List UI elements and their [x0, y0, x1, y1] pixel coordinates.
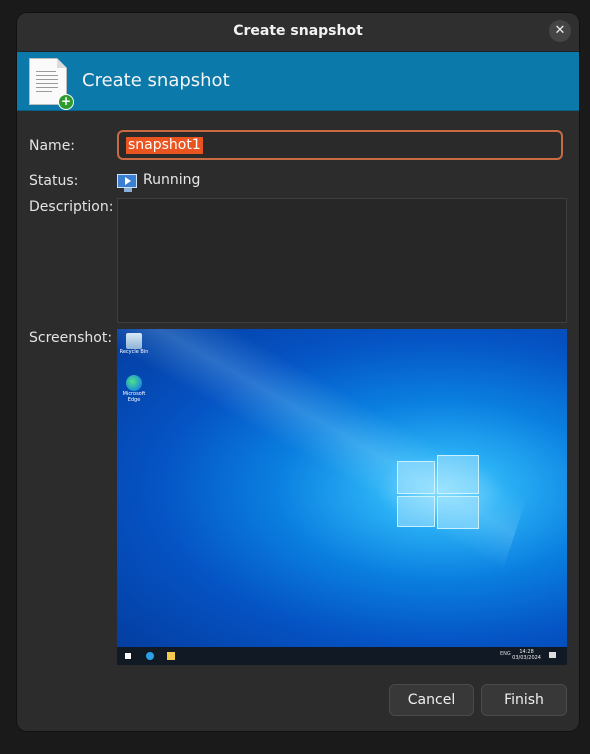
tray-language: ENG [500, 651, 511, 657]
description-label: Description: [29, 199, 114, 215]
name-input[interactable]: snapshot1 [117, 130, 563, 160]
start-icon [125, 653, 131, 659]
taskbar-clock: 14:28 03/03/2024 [512, 649, 541, 661]
windows-taskbar: ENG 14:28 03/03/2024 [117, 647, 567, 665]
status-value: Running [143, 172, 201, 188]
name-label: Name: [29, 138, 76, 154]
close-icon: ✕ [554, 23, 566, 38]
vm-screenshot-preview: Recycle Bin Microsoft Edge ENG 14:28 03/… [117, 329, 567, 665]
snapshot-document-add-icon: + [29, 58, 74, 110]
windows-logo-icon [397, 455, 479, 529]
titlebar: Create snapshot ✕ [17, 13, 579, 52]
screenshot-label: Screenshot: [29, 330, 113, 346]
edge-taskbar-icon [146, 652, 154, 660]
status-label: Status: [29, 173, 79, 189]
close-button[interactable]: ✕ [549, 20, 571, 42]
cancel-button[interactable]: Cancel [389, 684, 474, 716]
file-explorer-icon [167, 652, 175, 660]
running-monitor-icon [117, 174, 137, 192]
notification-icon [549, 652, 556, 658]
header-banner: + Create snapshot [17, 52, 579, 111]
window-title: Create snapshot [233, 23, 363, 39]
desktop-icon-recycle-bin: Recycle Bin [119, 333, 149, 355]
finish-button[interactable]: Finish [481, 684, 567, 716]
add-badge-icon: + [58, 94, 74, 110]
create-snapshot-dialog: Create snapshot ✕ + Create snapshot Name… [17, 13, 579, 731]
name-input-value: snapshot1 [126, 137, 203, 154]
edge-icon [126, 375, 142, 391]
recycle-bin-icon [126, 333, 142, 349]
banner-heading: Create snapshot [82, 70, 230, 91]
description-textarea[interactable] [117, 198, 567, 323]
desktop-icon-edge: Microsoft Edge [119, 375, 149, 403]
